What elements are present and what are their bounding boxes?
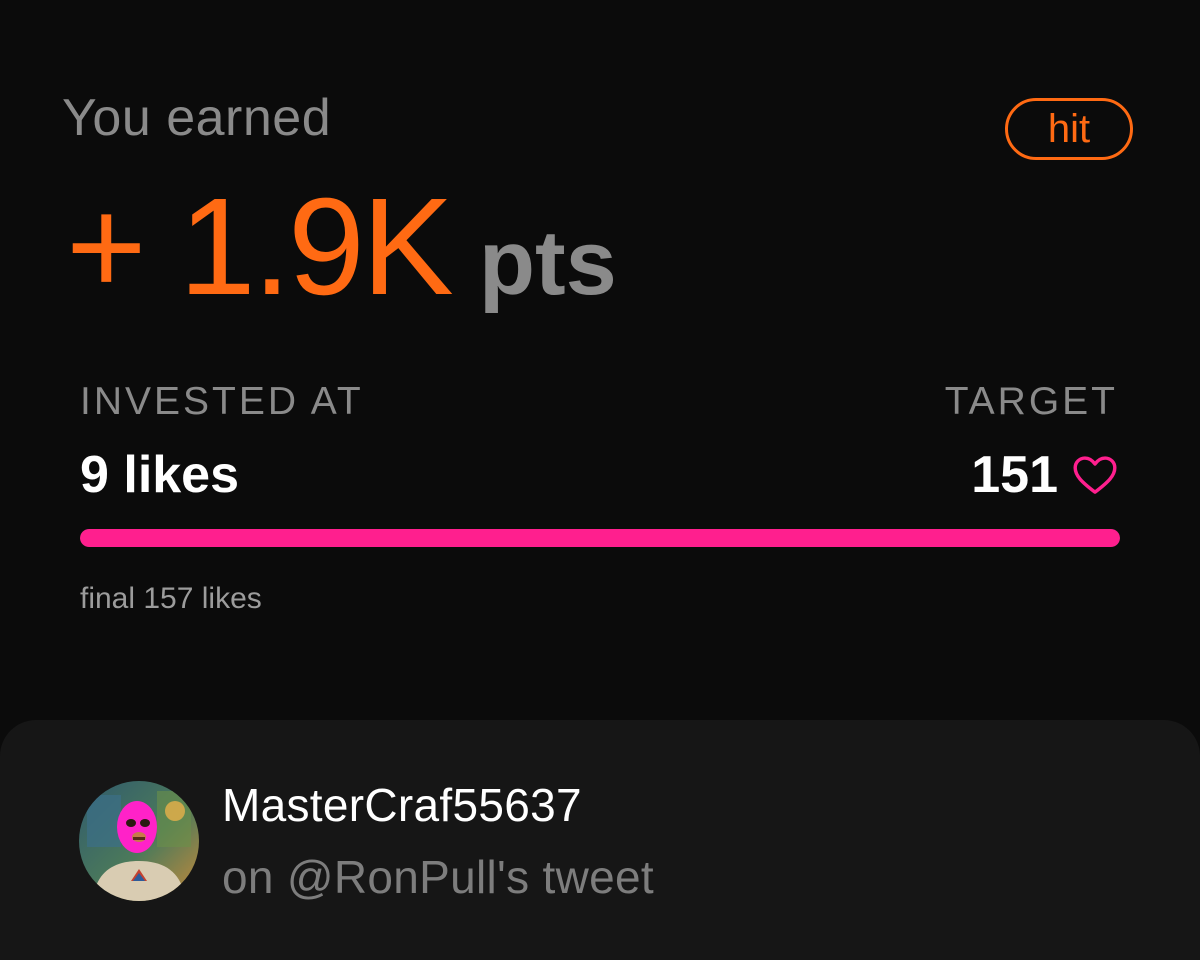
progress-bar [80,529,1120,547]
target-group: 151 [971,445,1118,505]
invested-at-label: INVESTED AT [80,380,364,423]
target-label: TARGET [944,380,1118,423]
earned-amount: + 1.9K pts [66,178,617,316]
earned-amount-value: + 1.9K [66,170,454,324]
status-badge: hit [1005,98,1133,160]
target-value: 151 [971,446,1058,504]
invested-at-value: 9 likes [80,446,240,504]
tweet-card[interactable]: MasterCraf55637 on @RonPull's tweet [0,720,1200,960]
result-screen: You earned hit + 1.9K pts INVESTED AT TA… [0,0,1200,960]
earned-amount-unit: pts [478,212,617,314]
earned-label: You earned [62,89,332,147]
tweet-reference[interactable]: on @RonPull's tweet [222,850,654,904]
progress-bar-fill [80,529,1120,547]
heart-icon [1072,455,1118,495]
final-likes-text: final 157 likes [80,582,262,615]
avatar[interactable] [79,781,199,901]
username[interactable]: MasterCraf55637 [222,778,582,832]
